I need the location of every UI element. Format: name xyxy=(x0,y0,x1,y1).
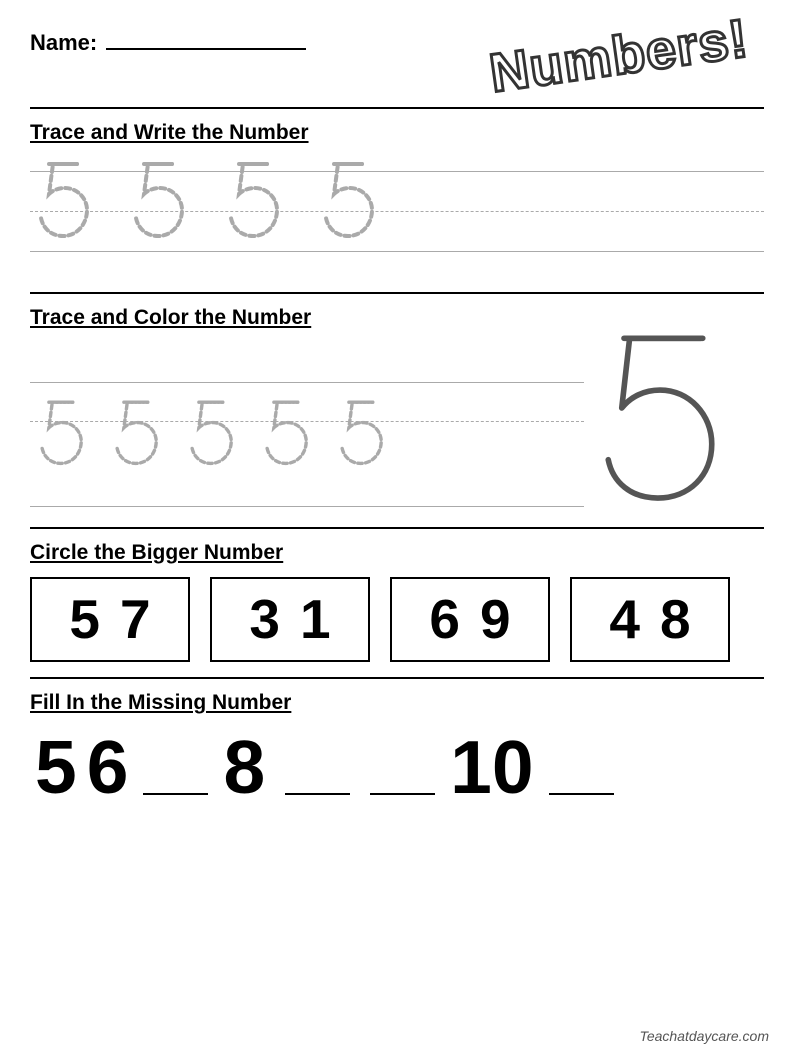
num-8: 8 xyxy=(223,730,265,805)
box1-right: 7 xyxy=(120,592,151,647)
writing-lines-1 xyxy=(30,157,764,277)
worksheet-page: Name: Numbers! Trace and Write the Numbe… xyxy=(0,0,794,1059)
dotted-five-s2-1 xyxy=(35,392,90,477)
box2-right: 1 xyxy=(300,592,331,647)
dotted-five-2 xyxy=(130,152,190,252)
section-trace-color: Trace and Color the Number xyxy=(30,292,764,512)
number-box-4: 4 8 xyxy=(570,577,730,662)
box3-left: 6 xyxy=(429,592,460,647)
box4-right: 8 xyxy=(660,592,691,647)
dotted-five-4 xyxy=(320,152,380,252)
big-outline-number xyxy=(589,327,749,512)
section4-title: Fill In the Missing Number xyxy=(30,691,764,715)
dotted-five-s2-5 xyxy=(335,392,390,477)
dotted-five-s2-2 xyxy=(110,392,165,477)
num-5: 5 xyxy=(35,730,77,805)
blank-3[interactable] xyxy=(370,793,435,795)
watermark: Teachatdaycare.com xyxy=(640,1028,769,1044)
name-underline[interactable] xyxy=(106,48,306,50)
dotted-five-3 xyxy=(225,152,285,252)
page-title: Numbers! xyxy=(486,7,752,105)
num-6: 6 xyxy=(87,730,129,805)
section-fill-missing: Fill In the Missing Number 5 6 8 10 xyxy=(30,677,764,805)
section2-content xyxy=(30,342,764,512)
number-box-1: 5 7 xyxy=(30,577,190,662)
guide-line-bot-2 xyxy=(30,506,584,507)
num-10: 10 xyxy=(450,730,533,805)
blank-1[interactable] xyxy=(143,793,208,795)
section3-title: Circle the Bigger Number xyxy=(30,541,764,565)
dotted-five-s2-4 xyxy=(260,392,315,477)
section-trace-write: Trace and Write the Number xyxy=(30,107,764,277)
blank-4[interactable] xyxy=(549,793,614,795)
number-box-3: 6 9 xyxy=(390,577,550,662)
number-box-2: 3 1 xyxy=(210,577,370,662)
guide-line-top-2 xyxy=(30,382,584,383)
box1-left: 5 xyxy=(69,592,100,647)
name-field-area: Name: xyxy=(30,30,306,56)
name-label: Name: xyxy=(30,30,97,55)
section-circle-bigger: Circle the Bigger Number 5 7 3 1 6 9 4 8 xyxy=(30,527,764,662)
title-area: Numbers! xyxy=(486,7,752,105)
box3-right: 9 xyxy=(480,592,511,647)
blank-2[interactable] xyxy=(285,793,350,795)
header: Name: Numbers! xyxy=(30,30,764,87)
box4-left: 4 xyxy=(609,592,640,647)
trace-numbers-row-2 xyxy=(35,392,390,477)
dotted-five-s2-3 xyxy=(185,392,240,477)
trace-numbers-row-1 xyxy=(35,152,380,252)
missing-number-row: 5 6 8 10 xyxy=(30,730,764,805)
number-boxes-row: 5 7 3 1 6 9 4 8 xyxy=(30,577,764,662)
dotted-five-1 xyxy=(35,152,95,252)
section1-title: Trace and Write the Number xyxy=(30,121,764,145)
box2-left: 3 xyxy=(249,592,280,647)
